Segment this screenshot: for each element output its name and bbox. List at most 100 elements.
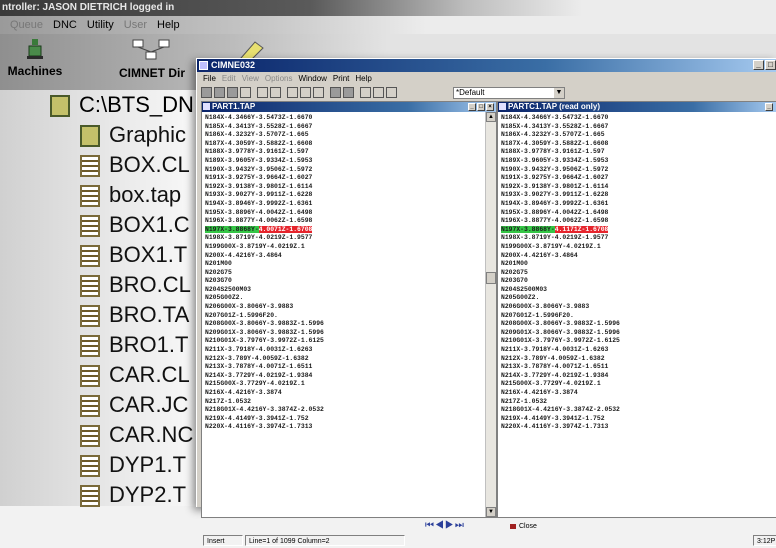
cut-icon[interactable] [287,87,298,98]
tree-root-label: C:\BTS_DN [79,92,194,117]
tree-item[interactable]: CAR.NC [80,422,193,452]
code-line: N213X-3.7878Y-4.0071Z-1.6511 [205,363,313,371]
tree-item-label: BOX1.C [109,212,190,237]
status-mode: Insert [203,535,243,546]
code-line: N199G00X-3.8719Y-4.0219Z.1 [501,242,601,250]
code-line: N216X-4.4216Y-3.3874 [501,389,578,396]
file-icon [80,335,100,358]
tree-item[interactable]: BOX1.T [80,242,187,272]
compare-icon[interactable] [330,87,341,98]
code-line: N218G01X-4.4216Y-3.3874Z-2.0532 [205,406,324,414]
scroll-down-icon[interactable]: ▼ [486,507,496,517]
tree-item[interactable]: DYP1.T [80,452,186,482]
new-icon[interactable] [201,87,212,98]
tree-item[interactable]: BRO.CL [80,272,191,302]
tree-item-label: CAR.CL [109,362,190,387]
menu-help[interactable]: Help [355,74,371,83]
left-restore-icon[interactable]: □ [477,103,485,111]
code-line: N205G00Z2. [501,294,540,302]
profile-select[interactable]: *Default ▼ [453,87,565,99]
first-diff-icon[interactable]: ⏮ [425,520,435,531]
tree-item[interactable]: BRO1.T [80,332,188,362]
code-line: N184X-4.3466Y-3.5473Z-1.6670 [501,114,609,121]
matched-highlight: N197X-3.8868Y- [205,225,259,233]
background-menu-user[interactable]: User [124,19,147,31]
machines-button[interactable]: Machines [0,36,70,88]
menu-file[interactable]: File [203,74,216,83]
prev-diff-icon[interactable]: ◀ [435,520,445,531]
scroll-thumb[interactable] [486,272,496,284]
right-minimize-icon[interactable]: _ [765,103,773,111]
tree-item[interactable]: CAR.JC [80,392,188,422]
code-line: N210G01X-3.7976Y-3.9972Z-1.6125 [205,337,324,345]
scroll-up-icon[interactable]: ▲ [486,112,496,122]
file-icon [80,395,100,418]
menu-options[interactable]: Options [265,74,293,83]
right-code-text[interactable]: N184X-4.3466Y-3.5473Z-1.6670 N185X-4.3413… [501,114,620,432]
layout-icon[interactable] [343,87,354,98]
undo-icon[interactable] [257,87,268,98]
window-toolbar: *Default ▼ [197,86,776,100]
tree-item-label: BRO1.T [109,332,189,357]
tree-item-label: DYP1.T [109,452,187,477]
redo-icon[interactable] [270,87,281,98]
close-button[interactable]: Close [509,521,537,532]
tree-item[interactable]: Graphic [80,122,186,152]
right-editor-pane: PARTC1.TAP (read only) _ N184X-4.3466Y-3… [497,101,776,518]
print-icon[interactable] [240,87,251,98]
tree-item[interactable]: box.tap [80,182,181,212]
tree-item[interactable]: BOX1.C [80,212,190,242]
code-line: N195X-3.8896Y-4.0042Z-1.6498 [205,208,313,216]
background-menu-dnc[interactable]: DNC [53,19,77,31]
open-icon[interactable] [214,87,225,98]
background-menu-help[interactable]: Help [157,19,180,31]
menu-edit[interactable]: Edit [222,74,236,83]
tree-item[interactable]: BOX.CL [80,152,190,182]
file-icon [80,485,100,508]
last-diff-icon[interactable]: ⏭ [455,520,465,531]
code-line: N204S2500M03 [205,285,252,293]
chevron-down-icon[interactable]: ▼ [554,88,564,98]
minimize-icon[interactable]: _ [753,60,764,70]
left-code-text[interactable]: N184X-4.3466Y-3.5473Z-1.6670 N185X-4.3413… [205,114,324,432]
code-line: N201M00 [205,260,232,268]
code-line: N193X-3.9027Y-3.9911Z-1.6228 [501,191,609,199]
tree-item-label: BOX.CL [109,152,190,177]
background-menu-queue[interactable]: Queue [10,19,43,31]
text-icon[interactable] [386,87,397,98]
left-scrollbar[interactable]: ▲ ▼ [485,112,496,517]
menu-window[interactable]: Window [298,74,326,83]
code-line: N188X-3.9778Y-3.9161Z-1.597 [501,148,605,156]
cimnet-directory-button[interactable]: CIMNET Dir [100,36,204,88]
background-menu-utility[interactable]: Utility [87,19,114,31]
paste-icon[interactable] [313,87,324,98]
bracket-icon[interactable] [373,87,384,98]
restore-icon[interactable]: □ [765,60,776,70]
tree-item[interactable]: CAR.CL [80,362,190,392]
copy-icon[interactable] [300,87,311,98]
file-icon [80,185,100,208]
file-icon [80,365,100,388]
next-diff-icon[interactable]: ▶ [445,520,455,531]
menu-print[interactable]: Print [333,74,349,83]
left-close-icon[interactable]: × [486,103,494,111]
code-line: N202G75 [205,268,232,276]
folder-icon [80,125,100,148]
line-icon[interactable] [360,87,371,98]
tree-item-label: DYP2.T [109,482,187,507]
file-icon [80,275,100,298]
window-title: CIMNE032 [211,60,256,70]
tree-root-folder[interactable]: C:\BTS_DN [50,92,194,122]
code-line: N208G00X-3.8066Y-3.9883Z-1.5996 [501,320,620,328]
folder-icon [50,95,70,118]
code-line: N203G70 [501,277,528,285]
save-icon[interactable] [227,87,238,98]
code-line: N191X-3.9275Y-3.9664Z-1.6027 [501,174,609,182]
tree-item-label: BOX1.T [109,242,188,267]
code-line: N204S2500M03 [501,285,548,293]
tree-item-label: CAR.JC [109,392,189,417]
tree-item[interactable]: DYP2.T [80,482,186,512]
left-minimize-icon[interactable]: _ [468,103,476,111]
tree-item[interactable]: BRO.TA [80,302,189,332]
menu-view[interactable]: View [242,74,259,83]
